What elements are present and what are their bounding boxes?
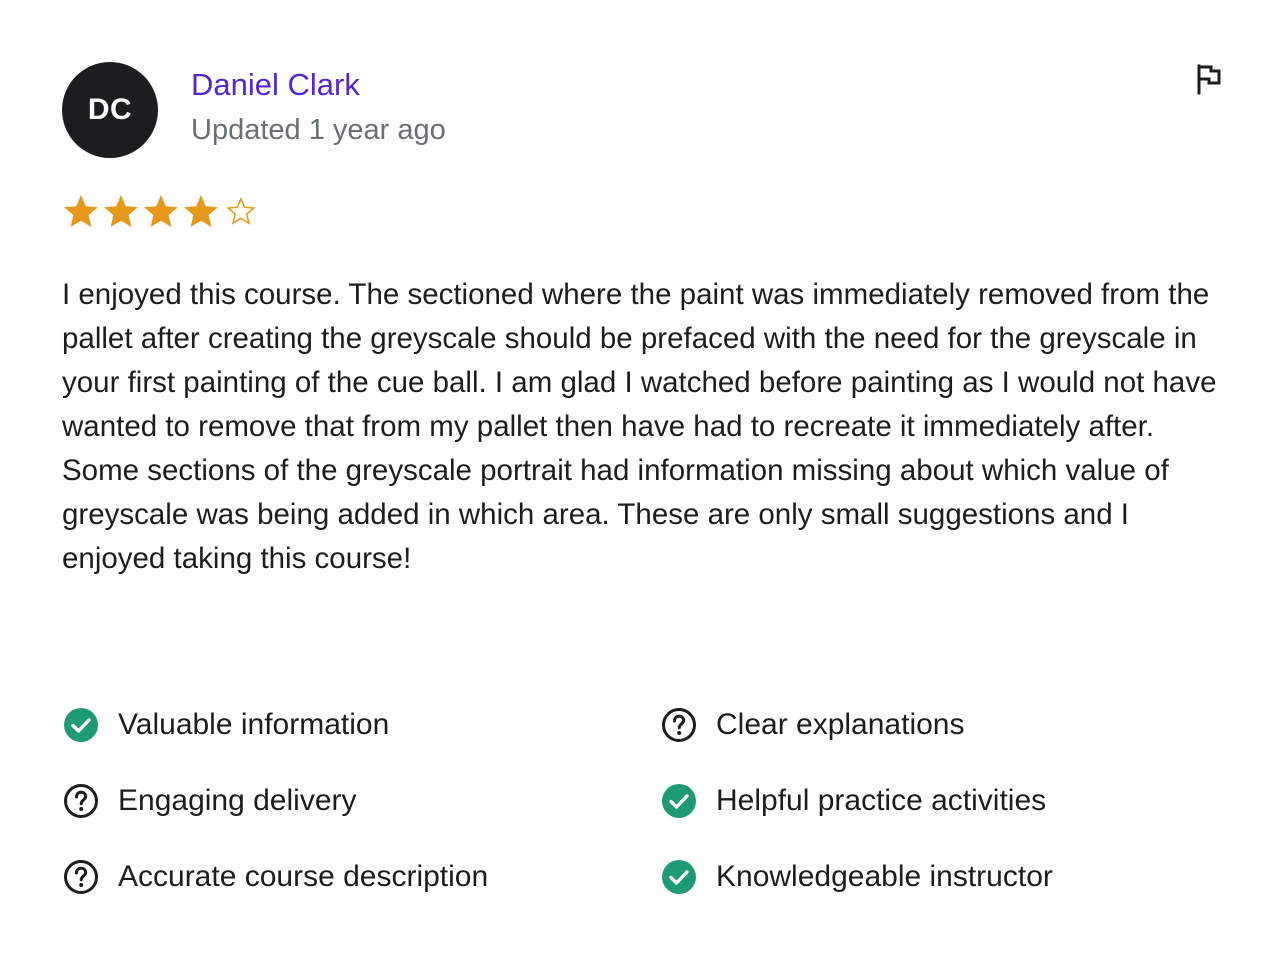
flag-icon <box>1197 64 1221 95</box>
star-filled-icon <box>144 195 178 227</box>
star-rating <box>62 191 262 231</box>
reviewer-name[interactable]: Daniel Clark <box>191 66 360 104</box>
avatar: DC <box>62 62 158 158</box>
question-circle-icon <box>62 858 100 896</box>
review-features: Valuable information Clear explanations En… <box>62 706 1222 896</box>
question-circle-icon <box>660 706 698 744</box>
feature-label: Clear explanations <box>716 708 965 741</box>
review-updated-time: Updated 1 year ago <box>191 114 446 146</box>
avatar-initials: DC <box>87 93 133 126</box>
star-empty-icon <box>226 196 256 225</box>
star-filled-icon <box>104 195 138 227</box>
star-filled-icon <box>184 195 218 227</box>
feature-label: Engaging delivery <box>118 784 357 817</box>
feature-label: Accurate course description <box>118 860 489 893</box>
feature-item: Valuable information <box>62 706 660 744</box>
review-text: I enjoyed this course. The sectioned whe… <box>62 278 1217 575</box>
feature-item: Helpful practice activities <box>660 782 1222 820</box>
check-circle-icon <box>62 706 100 744</box>
feature-item: Clear explanations <box>660 706 1222 744</box>
check-circle-icon <box>660 782 698 820</box>
check-circle-icon <box>660 858 698 896</box>
report-review-button[interactable] <box>1190 60 1228 98</box>
star-filled-icon <box>64 195 98 227</box>
feature-label: Valuable information <box>118 708 390 741</box>
feature-item: Knowledgeable instructor <box>660 858 1222 896</box>
question-circle-icon <box>62 782 100 820</box>
feature-label: Helpful practice activities <box>716 784 1047 817</box>
feature-item: Accurate course description <box>62 858 660 896</box>
feature-label: Knowledgeable instructor <box>716 860 1053 893</box>
feature-item: Engaging delivery <box>62 782 660 820</box>
